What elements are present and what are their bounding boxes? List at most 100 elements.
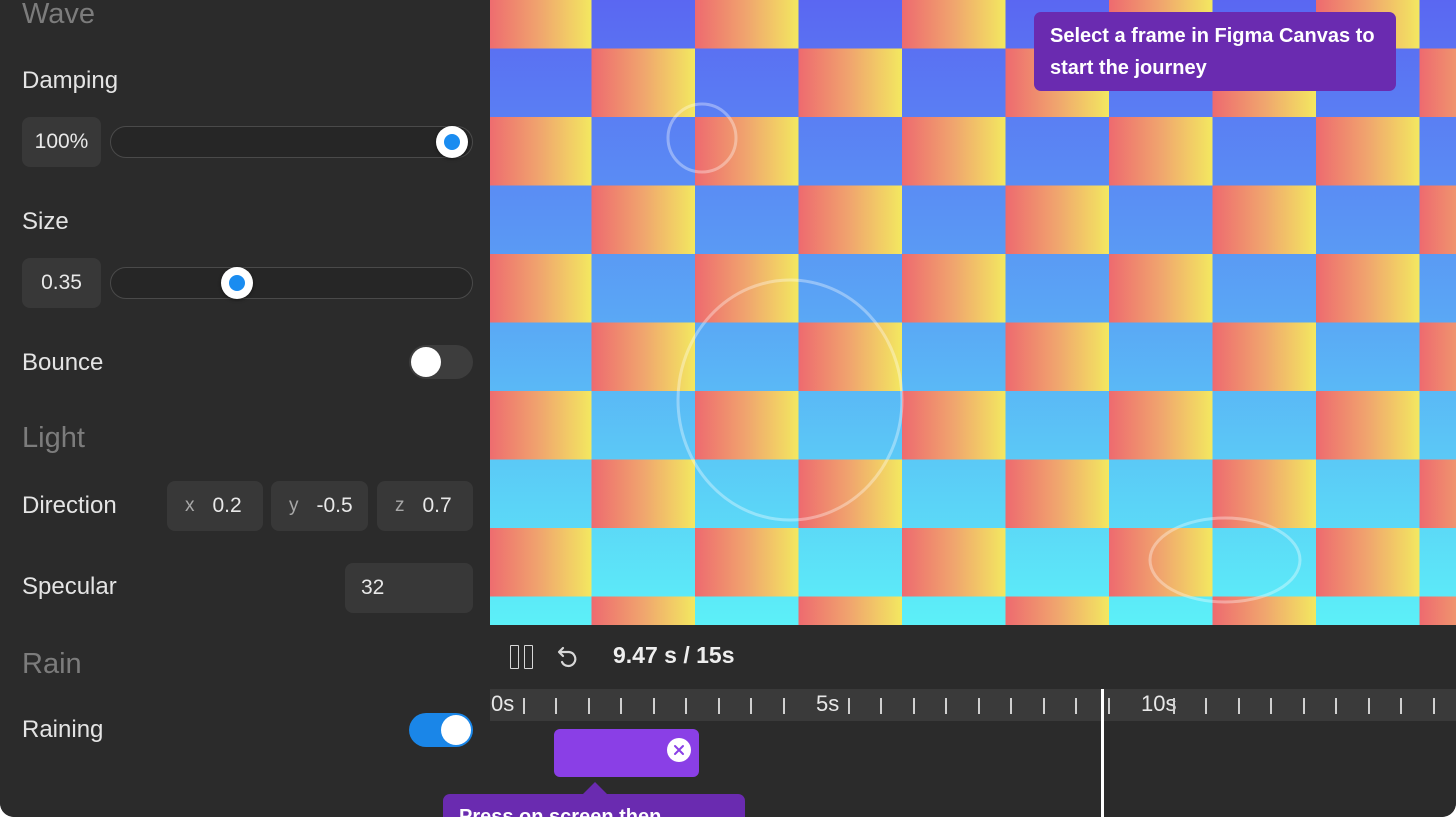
checker-cell [695,117,799,186]
damping-slider[interactable] [110,125,473,158]
size-slider[interactable] [110,266,473,299]
x-axis-label: x [185,495,195,516]
playhead[interactable] [1101,689,1104,817]
checker-cell [1419,322,1456,391]
checker-cell [490,0,592,49]
checker-cell [695,0,799,49]
ruler-tick [1367,698,1370,714]
time-readout: 9.47 s / 15s [613,642,735,668]
checker-cell [1212,185,1316,254]
size-value[interactable]: 0.35 [22,258,101,308]
checker-cell [490,117,592,186]
bounce-toggle[interactable] [409,345,473,379]
ruler-tick [717,698,720,714]
ruler-tick [880,698,882,714]
specular-label: Specular [22,573,117,600]
checker-cell [1109,117,1213,186]
canvas-tooltip: Select a frame in Figma Canvas to start … [1034,12,1396,91]
checker-cell [1005,459,1109,528]
ruler-tick [1042,698,1045,714]
checker-cell [1419,459,1456,528]
checker-cell [1316,391,1420,460]
ruler-label: 0s [491,691,515,716]
ruler-label: 5s [816,691,840,716]
ruler-tick [1302,698,1305,714]
specular-value[interactable]: 32 [345,563,473,613]
ruler-tick [750,698,752,714]
checker-cell [798,48,902,117]
checker-cell [1316,528,1420,597]
checkerboard-preview [490,0,1456,625]
direction-x-value: 0.2 [212,494,242,517]
ruler-tick [1075,698,1077,714]
ruler-tick [1400,698,1402,714]
raining-toggle-knob [441,715,471,745]
checker-cell [798,185,902,254]
checker-cell [591,48,695,117]
close-icon[interactable] [667,738,691,762]
y-axis-label: y [289,495,299,516]
section-title-rain: Rain [22,648,82,680]
damping-slider-thumb[interactable] [436,125,468,158]
ruler-tick [1107,698,1110,714]
direction-y-field[interactable]: y -0.5 [271,481,368,531]
checker-cell [1212,322,1316,391]
app-window: Wave Damping 100% Size 0.35 Bounce Light… [0,0,1456,817]
direction-z-field[interactable]: z 0.7 [377,481,473,531]
ruler-tick [1172,698,1175,714]
direction-label: Direction [22,492,117,519]
checker-cell [695,391,799,460]
ruler-label: 10s [1141,691,1177,716]
direction-x-field[interactable]: x 0.2 [167,481,263,531]
ruler-tick [847,698,850,714]
playback-controls: 9.47 s / 15s [490,625,1456,689]
checker-cell [902,0,1006,49]
preview-canvas[interactable] [490,0,1456,625]
size-slider-thumb[interactable] [221,266,253,299]
direction-z-value: 0.7 [422,494,452,517]
checker-cell [902,254,1006,323]
direction-y-value: -0.5 [316,494,353,517]
checker-cell [902,528,1006,597]
checker-cell [1005,322,1109,391]
pause-icon[interactable] [510,645,534,669]
checker-cell [1005,596,1109,625]
ruler-tick [1432,698,1435,714]
checker-cell [490,254,592,323]
size-label: Size [22,208,69,235]
timeline-ruler[interactable]: 0s 5s 10s [490,689,1456,721]
ruler-tick [652,698,655,714]
checker-cell [591,185,695,254]
checker-cell [1419,185,1456,254]
checker-cell [902,117,1006,186]
damping-label: Damping [22,67,119,94]
checker-cell [798,322,902,391]
damping-value[interactable]: 100% [22,117,101,167]
checker-cell [490,391,592,460]
z-axis-label: z [395,495,405,516]
ruler-tick [555,698,557,714]
reset-icon[interactable] [552,643,580,671]
ruler-tick [945,698,947,714]
bounce-toggle-knob [411,347,441,377]
ruler-tick [620,698,622,714]
checker-cell [591,459,695,528]
checker-cell [1316,117,1420,186]
checker-cell [1005,185,1109,254]
ruler-tick [1237,698,1240,714]
checker-cell [1316,254,1420,323]
ruler-tick [1205,698,1207,714]
checker-cell [1109,254,1213,323]
section-title-light: Light [22,422,85,454]
checker-cell [695,528,799,597]
ruler-tick [685,698,687,714]
settings-panel: Wave Damping 100% Size 0.35 Bounce Light… [0,0,490,817]
raining-label: Raining [22,716,104,743]
section-title-wave: Wave [22,0,96,30]
ruler-tick [912,698,915,714]
bounce-label: Bounce [22,349,104,376]
raining-toggle[interactable] [409,713,473,747]
timeline-clip[interactable] [554,729,699,777]
checker-cell [1109,391,1213,460]
ruler-tick [1010,698,1012,714]
